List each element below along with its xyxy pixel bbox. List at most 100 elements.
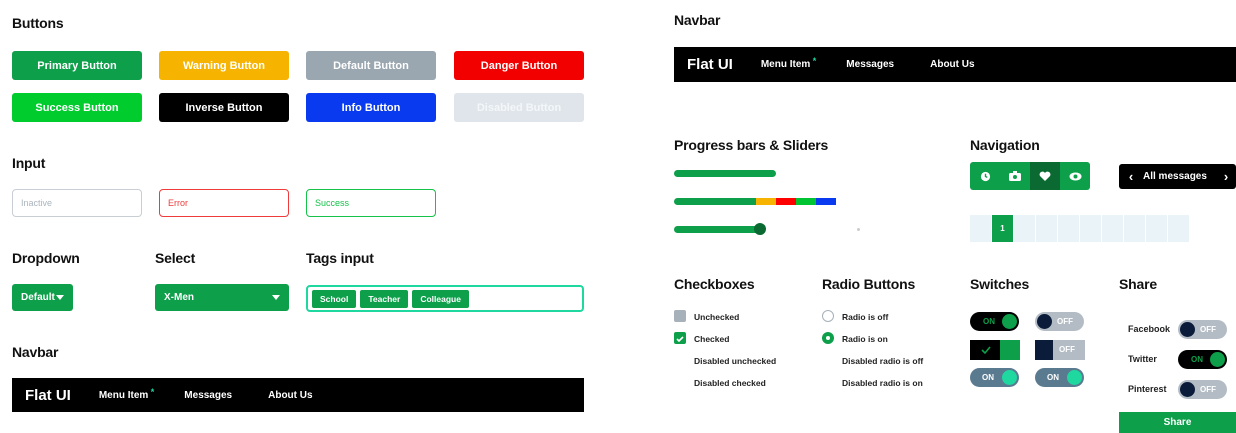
navbar-item-label: Menu Item (98, 389, 149, 401)
progress-segment (674, 198, 756, 205)
pagination-prev[interactable]: ‹ (970, 215, 991, 242)
switch-on-text: ON (1047, 373, 1059, 382)
navbar-item-about[interactable]: About Us (930, 59, 974, 70)
prev-arrow-icon[interactable]: ‹ (1119, 169, 1143, 184)
slider-handle[interactable] (753, 223, 766, 235)
progress-bar-1 (674, 170, 856, 177)
heart-icon[interactable] (1030, 162, 1060, 190)
progress-segment (755, 198, 776, 205)
tag-school[interactable]: School (312, 289, 357, 308)
switch-knob (1180, 322, 1195, 337)
checkboxes-heading: Checkboxes (674, 276, 755, 292)
progress-segment (775, 198, 796, 205)
share-facebook-label: Facebook (1128, 324, 1171, 334)
dropdown-button[interactable]: Default (12, 284, 73, 311)
radio-disabled-off-label: Disabled radio is off (842, 356, 924, 366)
radio-buttons-heading: Radio Buttons (822, 276, 916, 292)
navbar-brand[interactable]: Flat UI (25, 387, 71, 404)
navbar-brand[interactable]: Flat UI (687, 56, 733, 73)
inactive-input[interactable]: Inactive (12, 189, 142, 217)
progress-segment (815, 198, 836, 205)
share-pinterest-switch[interactable]: OFF (1178, 380, 1227, 399)
clock-icon[interactable] (970, 162, 1000, 190)
checkbox-unchecked[interactable] (674, 310, 686, 322)
dropdown-label: Default (21, 292, 55, 303)
primary-button[interactable]: Primary Button (12, 51, 142, 80)
warning-button[interactable]: Warning Button (159, 51, 289, 80)
switch-on-3[interactable]: ON (1035, 368, 1084, 387)
switch-off-text: OFF (1059, 345, 1075, 354)
switch-square-on[interactable] (970, 340, 1020, 360)
checkbox-checked[interactable] (674, 332, 686, 344)
info-button[interactable]: Info Button (306, 93, 436, 122)
pagination: ‹ 1 2 3 4 5 6 7 8 › (970, 215, 1190, 242)
checkbox-disabled-unchecked-label: Disabled unchecked (694, 356, 777, 366)
navbar-heading-left: Navbar (12, 344, 59, 360)
danger-button[interactable]: Danger Button (454, 51, 584, 80)
switch-on-2[interactable]: ON (970, 368, 1019, 387)
switch-square-off[interactable]: OFF (1035, 340, 1085, 360)
input-heading: Input (12, 155, 46, 171)
radio-off[interactable] (822, 310, 834, 322)
share-twitter-label: Twitter (1128, 354, 1157, 364)
checkbox-unchecked-label: Unchecked (694, 312, 740, 322)
buttons-heading: Buttons (12, 15, 64, 31)
icon-navbar (970, 162, 1090, 190)
pagination-page-5[interactable]: 5 (1080, 215, 1101, 242)
success-input[interactable]: Success (306, 189, 436, 217)
navbar-item-label: Menu Item (760, 59, 811, 70)
share-button[interactable]: Share (1119, 412, 1236, 433)
progress-segment (795, 198, 816, 205)
pagination-page-8[interactable]: 8 (1146, 215, 1167, 242)
switch-off-text: OFF (1200, 385, 1216, 394)
default-button[interactable]: Default Button (306, 51, 436, 80)
all-messages-label[interactable]: All messages (1143, 171, 1216, 182)
pagination-page-4[interactable]: 4 (1058, 215, 1079, 242)
disabled-button: Disabled Button (454, 93, 584, 122)
pagination-page-1[interactable]: 1 (992, 215, 1013, 242)
switch-knob (1002, 314, 1017, 329)
share-heading: Share (1119, 276, 1157, 292)
check-icon (676, 336, 684, 343)
error-input[interactable]: Error (159, 189, 289, 217)
switches-heading: Switches (970, 276, 1030, 292)
pagination-page-2[interactable]: 2 (1014, 215, 1035, 242)
navbar-item-menu[interactable]: Menu Item * (760, 56, 816, 70)
tag-colleague[interactable]: Colleague (412, 289, 469, 308)
share-facebook-switch[interactable]: OFF (1178, 320, 1227, 339)
eye-icon[interactable] (1060, 162, 1090, 190)
progress-bar-2 (674, 198, 856, 205)
radio-disabled-on-label: Disabled radio is on (842, 378, 923, 388)
pagination-page-6[interactable]: 6 (1102, 215, 1123, 242)
success-button[interactable]: Success Button (12, 93, 142, 122)
navbar-heading-right: Navbar (674, 12, 721, 28)
switch-on-text: ON (983, 317, 995, 326)
messages-pager: ‹ All messages › (1119, 164, 1236, 189)
camera-icon[interactable] (1000, 162, 1030, 190)
navbar-item-about[interactable]: About Us (268, 390, 312, 401)
switch-on-1[interactable]: ON (970, 312, 1019, 331)
tag-teacher[interactable]: Teacher (360, 289, 409, 308)
pagination-page-3[interactable]: 3 (1036, 215, 1057, 242)
pagination-page-7[interactable]: 7 (1124, 215, 1145, 242)
navbar-item-messages[interactable]: Messages (846, 59, 894, 70)
switch-off-text: OFF (1057, 317, 1073, 326)
switch-off-1[interactable]: OFF (1035, 312, 1084, 331)
navbar-item-menu[interactable]: Menu Item * (98, 387, 154, 401)
select-heading: Select (155, 250, 196, 266)
select-value: X-Men (164, 292, 194, 303)
select-control[interactable]: X-Men (155, 284, 289, 311)
navbar-item-messages[interactable]: Messages (184, 390, 232, 401)
switch-on-text: ON (1191, 355, 1203, 364)
radio-dot (826, 336, 830, 340)
slider[interactable] (674, 223, 860, 235)
share-twitter-switch[interactable]: ON (1178, 350, 1227, 369)
inverse-button[interactable]: Inverse Button (159, 93, 289, 122)
tags-input[interactable]: School Teacher Colleague (306, 285, 584, 312)
checkbox-checked-label: Checked (694, 334, 730, 344)
next-arrow-icon[interactable]: › (1216, 169, 1236, 184)
switch-knob (1002, 370, 1017, 385)
radio-on[interactable] (822, 332, 834, 344)
switch-knob (1210, 352, 1225, 367)
pagination-next[interactable]: › (1168, 215, 1189, 242)
